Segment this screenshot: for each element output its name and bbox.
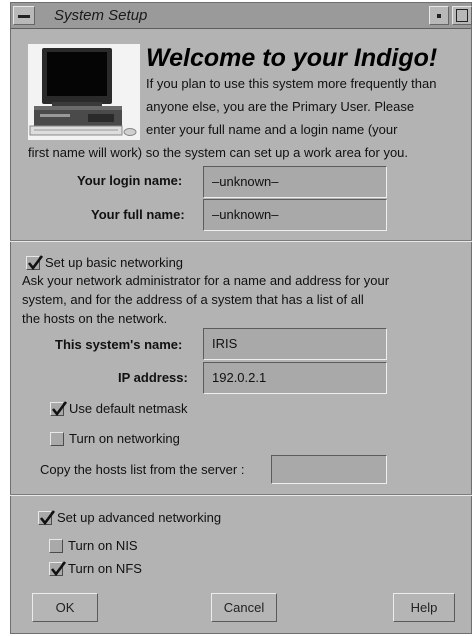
networking-desc-line-3: the hosts on the network.: [22, 311, 168, 326]
help-button[interactable]: Help: [393, 593, 455, 622]
title-bar[interactable]: System Setup: [11, 3, 472, 29]
default-netmask-label: Use default netmask: [69, 401, 188, 416]
cancel-button[interactable]: Cancel: [211, 593, 277, 622]
system-name-field[interactable]: IRIS: [203, 328, 387, 360]
checkmark-icon: [39, 510, 56, 526]
minimize-icon[interactable]: [429, 6, 449, 25]
intro-line-3: enter your full name and a login name (y…: [146, 122, 398, 137]
ip-address-label: IP address:: [118, 370, 188, 385]
turn-on-networking-label: Turn on networking: [69, 431, 180, 446]
checkmark-icon: [27, 255, 44, 271]
networking-desc-line-2: system, and for the address of a system …: [22, 292, 364, 307]
window-menu-icon[interactable]: [13, 6, 35, 25]
networking-desc-line-1: Ask your network administrator for a nam…: [22, 273, 390, 288]
checkmark-icon: [50, 561, 67, 577]
system-name-label: This system's name:: [55, 337, 183, 352]
indigo-workstation-icon: [28, 44, 140, 140]
login-name-label: Your login name:: [77, 173, 183, 188]
separator: [10, 495, 472, 496]
checkmark-icon: [51, 401, 68, 417]
intro-line-2: anyone else, you are the Primary User. P…: [146, 99, 415, 114]
separator: [10, 241, 472, 242]
window-title: System Setup: [54, 7, 148, 24]
nis-label: Turn on NIS: [68, 538, 138, 553]
turn-on-networking-checkbox[interactable]: [50, 432, 64, 446]
advanced-networking-checkbox[interactable]: [38, 510, 56, 526]
full-name-field[interactable]: –unknown–: [203, 199, 387, 231]
welcome-heading: Welcome to your Indigo!: [146, 44, 438, 72]
hosts-server-label: Copy the hosts list from the server :: [40, 462, 245, 477]
nis-checkbox[interactable]: [49, 539, 63, 553]
advanced-networking-label: Set up advanced networking: [57, 510, 222, 525]
ok-button[interactable]: OK: [32, 593, 98, 622]
intro-line-4: first name will work) so the system can …: [28, 145, 409, 160]
ip-address-field[interactable]: 192.0.2.1: [203, 362, 387, 394]
login-name-field[interactable]: –unknown–: [203, 166, 387, 198]
maximize-icon[interactable]: [452, 6, 472, 25]
nfs-checkbox[interactable]: [49, 561, 67, 577]
basic-networking-label: Set up basic networking: [45, 255, 184, 270]
default-netmask-checkbox[interactable]: [50, 401, 68, 417]
full-name-label: Your full name:: [91, 207, 185, 222]
hosts-server-field[interactable]: [271, 455, 387, 484]
intro-line-1: If you plan to use this system more freq…: [146, 76, 437, 91]
nfs-label: Turn on NFS: [68, 561, 142, 576]
basic-networking-checkbox[interactable]: [26, 255, 44, 271]
